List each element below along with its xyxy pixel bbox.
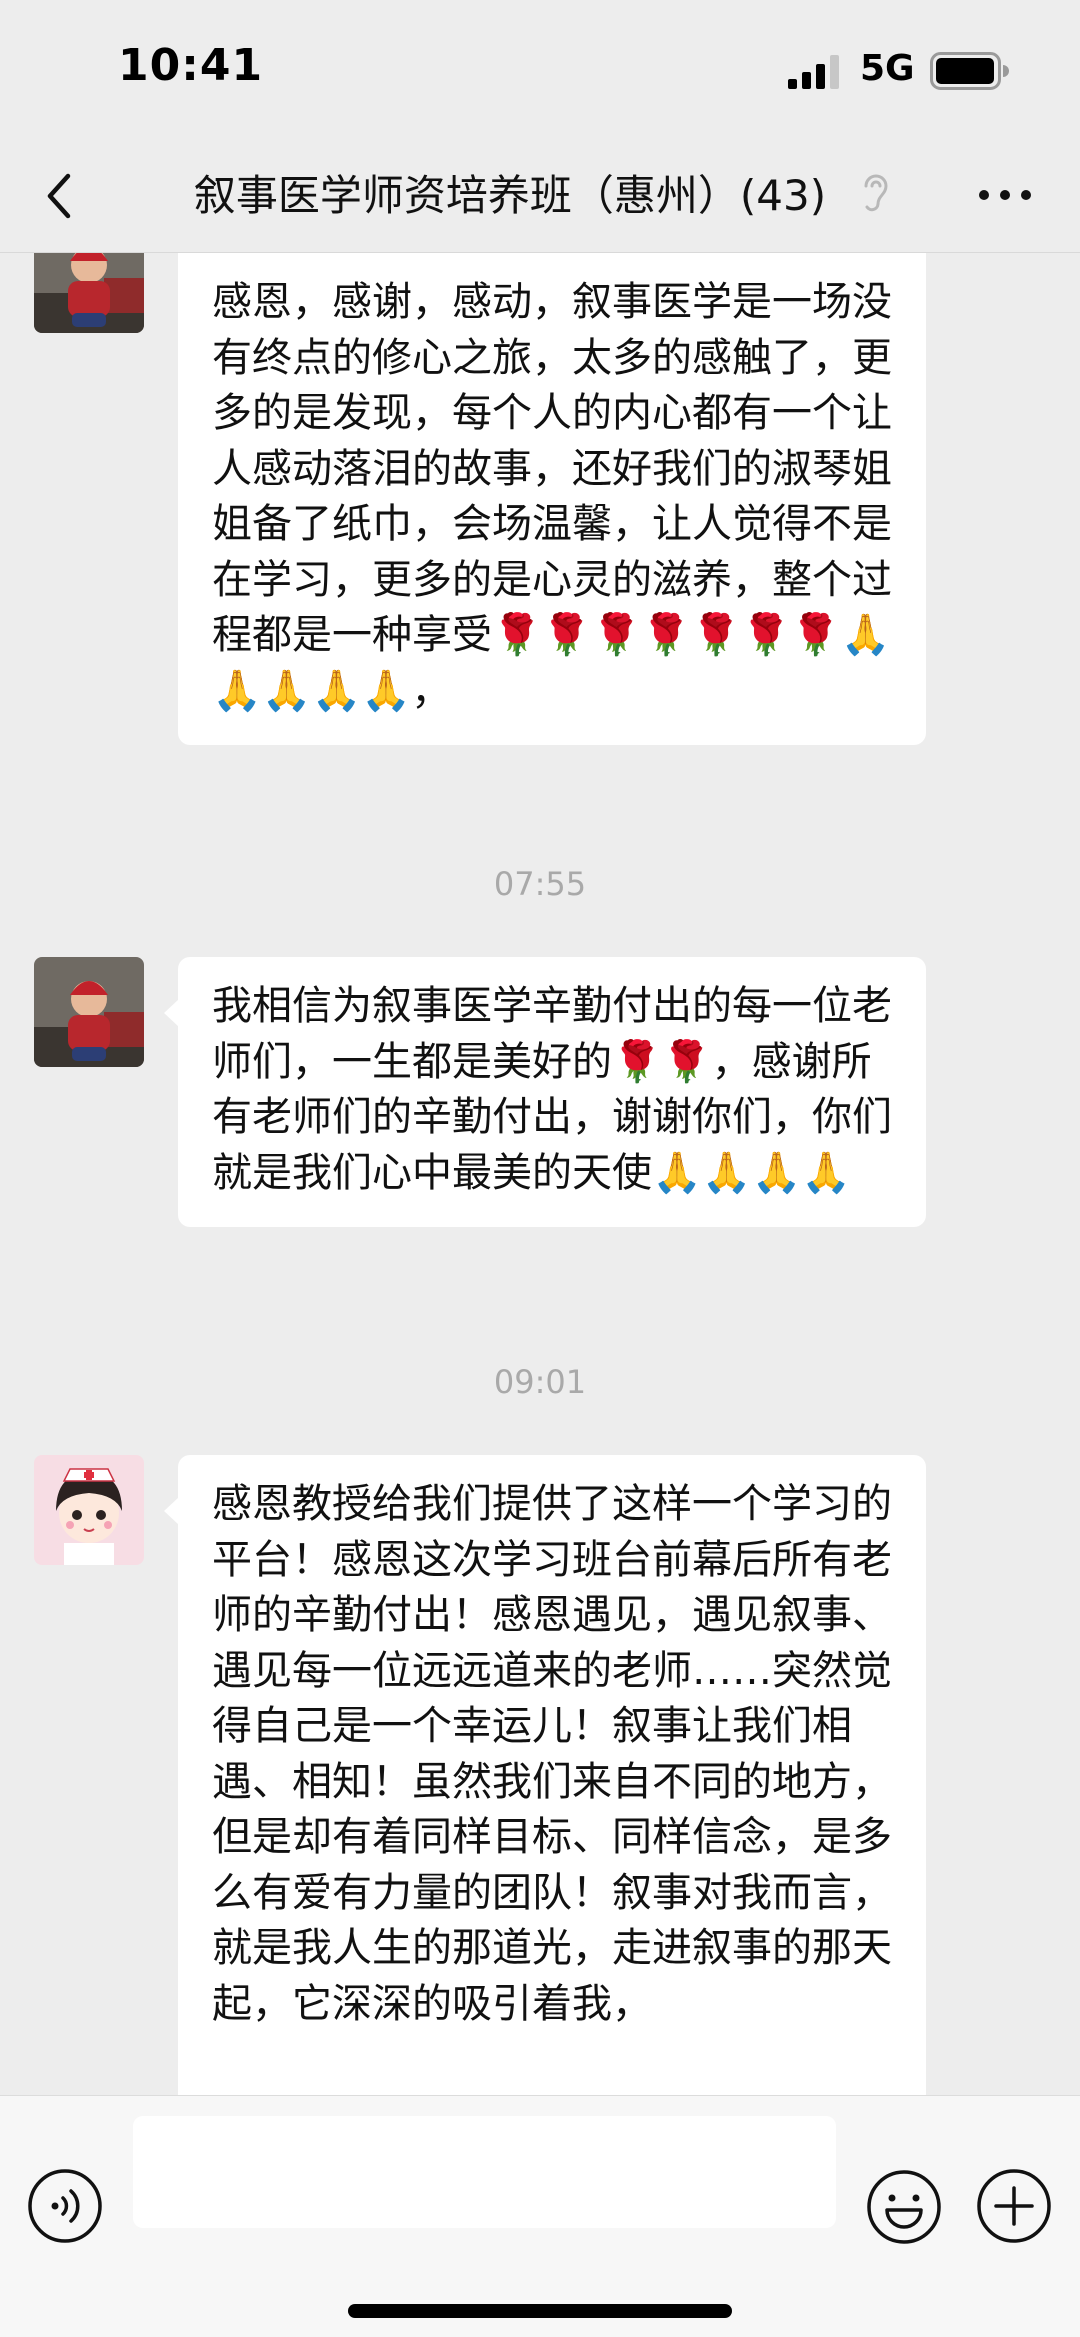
status-bar: 10:41 5G (0, 0, 1080, 140)
network-label: 5G (860, 48, 915, 89)
timestamp: 07:55 (493, 865, 587, 903)
timestamp: 09:01 (493, 1363, 587, 1401)
message-bubble[interactable]: 感恩，感谢，感动，叙事医学是一场没有终点的修心之旅，太多的感触了，更多的是发现，… (178, 253, 926, 745)
nurse-cartoon-avatar[interactable] (34, 1455, 144, 1565)
child-avatar[interactable] (34, 253, 144, 333)
chevron-left-icon[interactable] (40, 166, 80, 226)
smiley-icon[interactable] (865, 2168, 943, 2246)
message-bubble[interactable]: 我相信为叙事医学辛勤付出的每一位老师们，一生都是美好的🌹🌹，感谢所有老师们的辛勤… (164, 957, 926, 1227)
voice-icon[interactable] (27, 2168, 103, 2244)
chat-title: 叙事医学师资培养班（惠州）(43) (193, 171, 827, 220)
status-time: 10:41 (118, 40, 264, 91)
home-indicator (348, 2304, 732, 2318)
chat-screen: 10:41 5G 叙事医学师资培养班（惠州）(43) 感恩，感谢，感动，叙事医学… (0, 0, 1080, 2337)
plus-icon[interactable] (976, 2168, 1052, 2244)
more-dots-icon[interactable] (975, 180, 1035, 210)
battery-icon (930, 52, 1009, 90)
input-bar (0, 2095, 1080, 2337)
child-avatar[interactable] (34, 957, 144, 1067)
mute-icon (864, 174, 888, 212)
message-input[interactable] (133, 2116, 836, 2228)
nav-bar: 叙事医学师资培养班（惠州）(43) (0, 140, 1080, 253)
chat-message-list[interactable]: 感恩，感谢，感动，叙事医学是一场没有终点的修心之旅，太多的感触了，更多的是发现，… (0, 253, 1080, 2095)
message-bubble[interactable]: 感恩教授给我们提供了这样一个学习的平台！感恩这次学习班台前幕后所有老师的辛勤付出… (164, 1455, 926, 2095)
signal-icon (788, 55, 839, 89)
